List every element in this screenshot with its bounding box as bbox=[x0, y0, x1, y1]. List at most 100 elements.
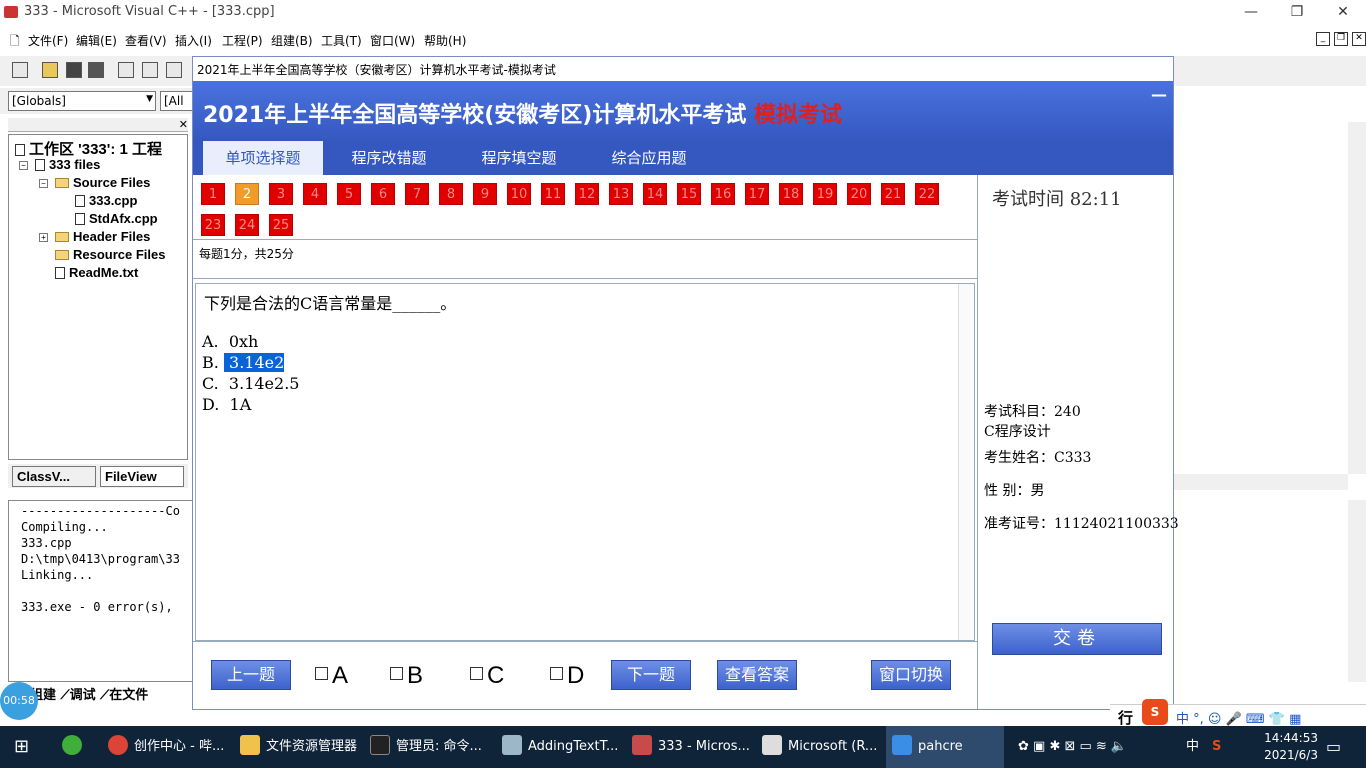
clock[interactable]: 14:44:53 2021/6/3 bbox=[1264, 730, 1318, 764]
taskbar-pahcre[interactable]: pahcre bbox=[886, 726, 1004, 768]
workspace-close-icon[interactable]: ✕ bbox=[179, 118, 188, 131]
exam-minimize-icon[interactable]: — bbox=[1151, 85, 1167, 104]
question-number-button[interactable]: 5 bbox=[337, 183, 361, 205]
question-scrollbar[interactable] bbox=[958, 284, 974, 640]
question-number-button[interactable]: 24 bbox=[235, 214, 259, 236]
all-combo[interactable]: [All g bbox=[160, 91, 194, 111]
menu-window[interactable]: 窗口(W) bbox=[370, 32, 415, 49]
question-number-button[interactable]: 17 bbox=[745, 183, 769, 205]
copy-icon[interactable] bbox=[142, 62, 158, 78]
question-number-button[interactable]: 21 bbox=[881, 183, 905, 205]
next-question-button[interactable]: 下一题 bbox=[611, 660, 691, 690]
question-number-button[interactable]: 14 bbox=[643, 183, 667, 205]
close-icon[interactable]: ✕ bbox=[1320, 0, 1366, 24]
question-number-button[interactable]: 4 bbox=[303, 183, 327, 205]
question-number-button[interactable]: 25 bbox=[269, 214, 293, 236]
tab-fix-program[interactable]: 程序改错题 bbox=[329, 141, 449, 175]
collapse-icon[interactable]: − bbox=[19, 161, 28, 170]
tab-classview[interactable]: ClassV... bbox=[12, 466, 96, 487]
question-number-button[interactable]: 1 bbox=[201, 183, 225, 205]
mdi-minimize-icon[interactable]: _ bbox=[1316, 32, 1330, 46]
choice-a-checkbox[interactable]: A bbox=[315, 662, 348, 690]
question-number-button[interactable]: 9 bbox=[473, 183, 497, 205]
menu-project[interactable]: 工程(P) bbox=[222, 32, 263, 49]
tab-fileview[interactable]: FileView bbox=[100, 466, 184, 487]
mdi-close-icon[interactable]: ✕ bbox=[1352, 32, 1366, 46]
save-icon[interactable] bbox=[66, 62, 82, 78]
windows-start-icon[interactable]: ⊞ bbox=[14, 726, 36, 768]
sogou-icon[interactable]: S bbox=[1142, 699, 1168, 725]
globals-combo[interactable]: [Globals] ▼ bbox=[8, 91, 156, 111]
question-number-button[interactable]: 19 bbox=[813, 183, 837, 205]
choice-b-checkbox[interactable]: B bbox=[390, 662, 423, 690]
taskbar-explorer[interactable]: 文件资源管理器 bbox=[240, 726, 357, 768]
menu-help[interactable]: 帮助(H) bbox=[424, 32, 466, 49]
green-app-icon[interactable] bbox=[62, 726, 88, 768]
tab-comprehensive[interactable]: 综合应用题 bbox=[589, 141, 709, 175]
menu-edit[interactable]: 编辑(E) bbox=[76, 32, 117, 49]
taskbar-vc[interactable]: 333 - Micros... bbox=[632, 726, 750, 768]
tree-root[interactable]: 工作区 '333': 1 工程 bbox=[15, 138, 162, 159]
open-icon[interactable] bbox=[42, 62, 58, 78]
tree-readme[interactable]: ReadMe.txt bbox=[55, 265, 138, 280]
question-number-button[interactable]: 8 bbox=[439, 183, 463, 205]
output-tabs[interactable]: 组建 ⟋调试 ⟋在文件 bbox=[30, 684, 194, 703]
tab-single-choice[interactable]: 单项选择题 bbox=[203, 141, 323, 175]
question-number-button[interactable]: 12 bbox=[575, 183, 599, 205]
menu-view[interactable]: 查看(V) bbox=[125, 32, 167, 49]
save-all-icon[interactable] bbox=[88, 62, 104, 78]
editor-hscrollbar[interactable] bbox=[1172, 474, 1348, 490]
question-number-button[interactable]: 7 bbox=[405, 183, 429, 205]
question-number-button[interactable]: 23 bbox=[201, 214, 225, 236]
collapse-icon[interactable]: − bbox=[39, 179, 48, 188]
question-number-button[interactable]: 16 bbox=[711, 183, 735, 205]
option-c: C. 3.14e2.5 bbox=[202, 374, 300, 393]
prev-question-button[interactable]: 上一题 bbox=[211, 660, 291, 690]
paste-icon[interactable] bbox=[166, 62, 182, 78]
menu-insert[interactable]: 插入(I) bbox=[175, 32, 212, 49]
cmd-icon bbox=[370, 735, 390, 755]
question-number-button[interactable]: 11 bbox=[541, 183, 565, 205]
notification-icon[interactable]: ▭ bbox=[1326, 726, 1341, 768]
tray-icons[interactable]: ✿ ▣ ✱ ⊠ ▭ ≋ 🔈 bbox=[1018, 726, 1127, 768]
expand-icon[interactable]: + bbox=[39, 233, 48, 242]
choice-d-checkbox[interactable]: D bbox=[550, 662, 584, 690]
switch-window-button[interactable]: 窗口切换 bbox=[871, 660, 951, 690]
question-number-button[interactable]: 20 bbox=[847, 183, 871, 205]
tree-header-files[interactable]: Header Files bbox=[55, 229, 150, 244]
taskbar-addingtext[interactable]: AddingTextT... bbox=[502, 726, 618, 768]
new-icon[interactable] bbox=[12, 62, 28, 78]
submit-exam-button[interactable]: 交卷 bbox=[992, 623, 1162, 655]
minimize-icon[interactable]: — bbox=[1228, 0, 1274, 24]
question-number-button[interactable]: 2 bbox=[235, 183, 259, 205]
choice-c-checkbox[interactable]: C bbox=[470, 662, 504, 690]
menu-build[interactable]: 组建(B) bbox=[271, 32, 313, 49]
question-number-button[interactable]: 22 bbox=[915, 183, 939, 205]
cut-icon[interactable] bbox=[118, 62, 134, 78]
tree-file-stdafx[interactable]: StdAfx.cpp bbox=[75, 211, 158, 226]
tree-resource-files[interactable]: Resource Files bbox=[55, 247, 166, 262]
output-scrollbar[interactable] bbox=[1348, 500, 1366, 682]
editor-scrollbar[interactable] bbox=[1348, 122, 1366, 474]
tree-source-files[interactable]: Source Files bbox=[55, 175, 150, 190]
ime-mode-icon[interactable]: 中 °, ☺ 🎤 ⌨ 👕 ▦ bbox=[1176, 708, 1301, 727]
question-number-button[interactable]: 10 bbox=[507, 183, 531, 205]
question-number-button[interactable]: 18 bbox=[779, 183, 803, 205]
sogou-tray-icon[interactable]: S bbox=[1212, 726, 1221, 768]
tab-fill-program[interactable]: 程序填空题 bbox=[459, 141, 579, 175]
question-number-button[interactable]: 3 bbox=[269, 183, 293, 205]
question-number-button[interactable]: 15 bbox=[677, 183, 701, 205]
question-number-button[interactable]: 13 bbox=[609, 183, 633, 205]
taskbar-chrome[interactable]: 创作中心 - 哔... bbox=[108, 726, 224, 768]
restore-icon[interactable]: ❐ bbox=[1274, 0, 1320, 24]
taskbar-cmd[interactable]: 管理员: 命令... bbox=[370, 726, 482, 768]
ime-indicator[interactable]: 中 bbox=[1186, 726, 1199, 768]
view-answer-button[interactable]: 查看答案 bbox=[717, 660, 797, 690]
tree-project[interactable]: 333 files bbox=[35, 157, 100, 172]
question-number-button[interactable]: 6 bbox=[371, 183, 395, 205]
taskbar-microsoft[interactable]: Microsoft (R... bbox=[762, 726, 877, 768]
menu-tools[interactable]: 工具(T) bbox=[321, 32, 362, 49]
menu-file[interactable]: 文件(F) bbox=[28, 32, 68, 49]
mdi-restore-icon[interactable]: ❐ bbox=[1334, 32, 1348, 46]
tree-file-333cpp[interactable]: 333.cpp bbox=[75, 193, 137, 208]
